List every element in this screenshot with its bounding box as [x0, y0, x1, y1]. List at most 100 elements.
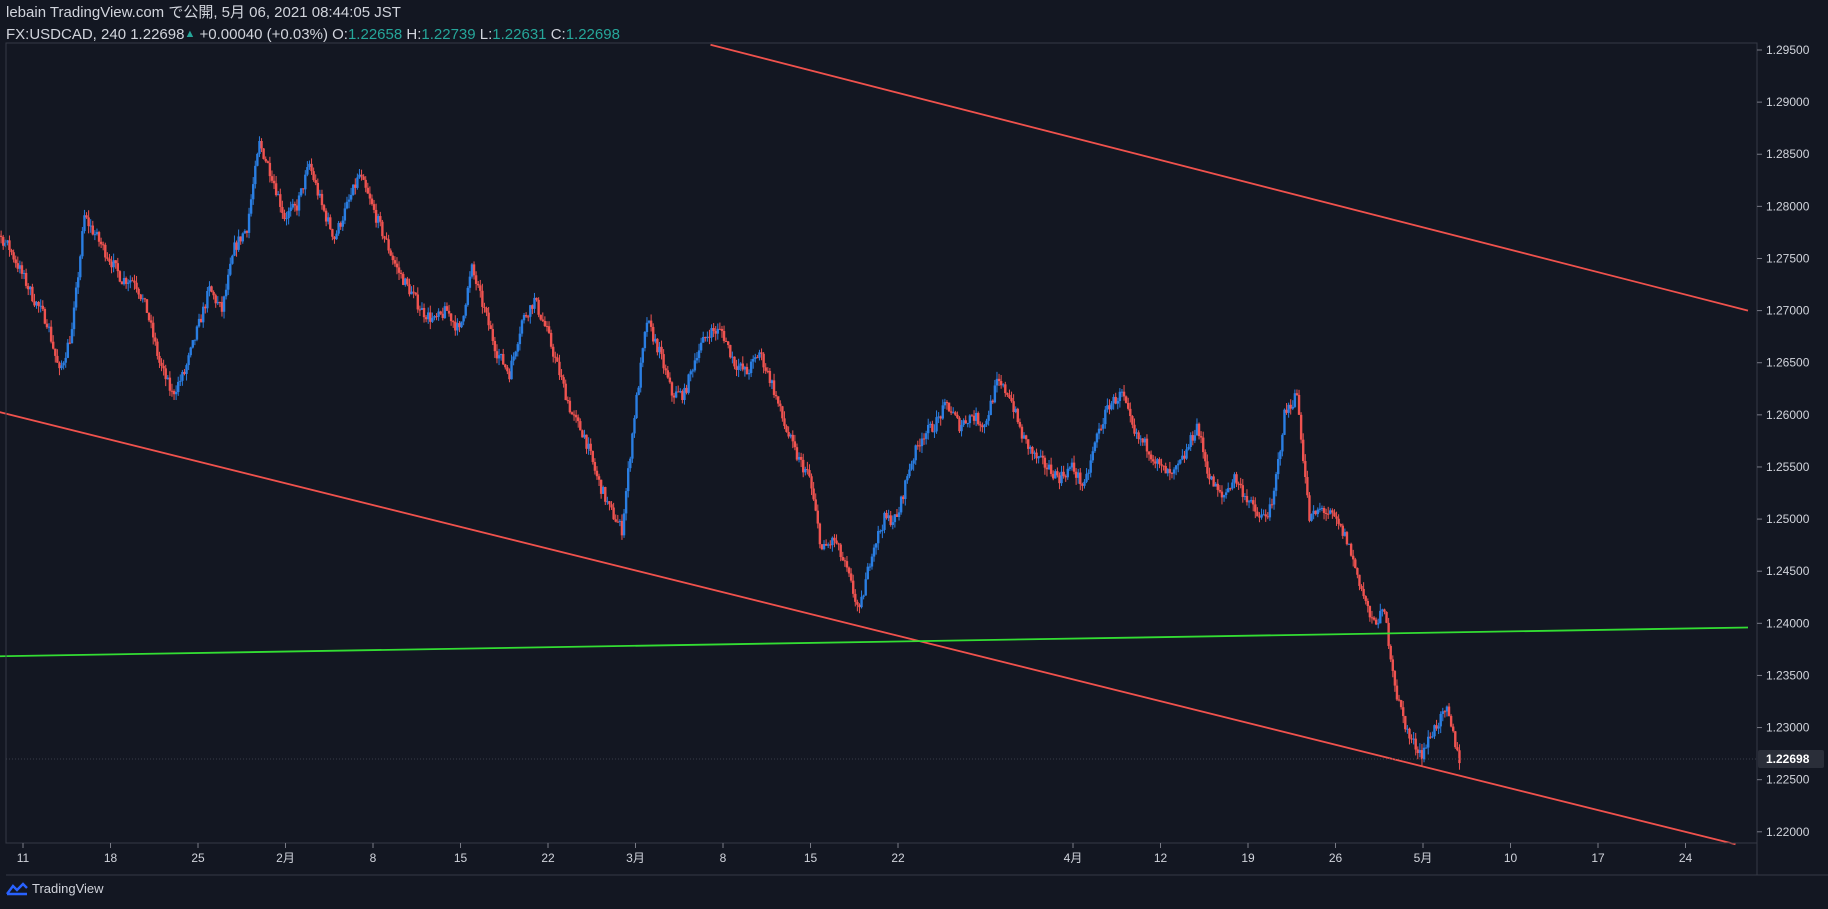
candle-body	[1143, 438, 1147, 443]
candle-body	[277, 194, 280, 196]
candle-body	[254, 165, 257, 185]
candle-body	[402, 273, 405, 285]
candle-body	[1052, 473, 1055, 479]
candle-body	[1187, 446, 1190, 450]
candle-body	[285, 218, 288, 220]
candle-body	[672, 395, 676, 398]
candle-body	[147, 312, 151, 321]
candle-body	[522, 315, 526, 321]
candle-body	[304, 174, 307, 190]
candle-body	[706, 336, 709, 339]
candle-body	[139, 294, 142, 300]
candle-body	[608, 501, 611, 505]
candle-body	[841, 556, 844, 561]
candle-body	[462, 315, 465, 322]
candle-body	[1364, 596, 1367, 601]
candle-body	[1395, 685, 1399, 700]
candle-body	[1304, 460, 1307, 478]
candle-body	[997, 378, 1001, 382]
candle-body	[289, 207, 292, 212]
candle-body	[218, 302, 222, 304]
support-line[interactable]	[0, 626, 1749, 658]
tradingview-label: TradingView	[32, 881, 104, 896]
candle-body	[124, 278, 128, 284]
symbol-label: FX:USDCAD, 240	[6, 26, 127, 43]
candle-body	[268, 162, 272, 177]
candle-body	[1324, 512, 1328, 514]
candle-body	[114, 260, 117, 264]
price-tick-label: 1.23000	[1766, 721, 1810, 735]
price-chart[interactable]: 1.29500 1.29000 1.28500 1.28000 1.27500 1.270…	[0, 0, 1828, 909]
candle-body	[454, 321, 457, 331]
candle-body	[1210, 476, 1213, 480]
change-value: +0.00040 (+0.03%)	[199, 26, 328, 43]
candle-body	[1062, 471, 1065, 477]
time-tick-label: 11	[17, 851, 30, 865]
candle-body	[122, 278, 126, 285]
candle-body	[187, 355, 190, 366]
candle-body	[537, 299, 540, 315]
candle-body	[420, 308, 424, 310]
candle-body	[404, 278, 407, 285]
candle-body	[712, 328, 715, 332]
candle-body	[1091, 451, 1094, 461]
candle-body	[562, 377, 565, 384]
candle-body	[472, 264, 476, 276]
candle-body	[897, 512, 901, 517]
candle-body	[1002, 384, 1005, 386]
upper-trendline[interactable]	[710, 43, 1749, 312]
candle-body	[343, 208, 347, 221]
candle-body	[1160, 464, 1163, 466]
candle-body	[1135, 432, 1138, 434]
candle-body	[322, 205, 326, 211]
candle-body	[274, 183, 278, 196]
candle-body	[406, 278, 409, 285]
candle-body	[427, 312, 430, 320]
candle-body	[814, 499, 817, 511]
candle-body	[202, 306, 205, 323]
candle-body	[524, 315, 528, 317]
candle-body	[664, 368, 667, 371]
candle-body	[220, 302, 224, 312]
candle-body	[1456, 747, 1459, 751]
candle-body	[535, 297, 538, 300]
candle-body	[560, 375, 563, 378]
candle-body	[674, 391, 678, 398]
candle-body	[1087, 472, 1090, 474]
candle-body	[1149, 454, 1153, 460]
candle-body	[962, 420, 965, 425]
candle-body	[87, 217, 90, 227]
candle-body	[914, 445, 917, 461]
lower-trendline[interactable]	[0, 405, 1736, 846]
candle-body	[281, 206, 284, 213]
candle-body	[881, 529, 884, 531]
footer-brand[interactable]: TradingView	[6, 881, 104, 896]
candle-body	[106, 257, 109, 259]
candle-body	[460, 321, 463, 328]
candle-body	[1287, 404, 1290, 413]
chart-legend: lebain TradingView.com で公開, 5月 06, 2021 …	[6, 4, 620, 45]
candle-body	[735, 366, 738, 370]
candle-body	[429, 312, 432, 322]
candle-body	[183, 371, 186, 374]
candle-body	[849, 573, 853, 581]
candle-body	[685, 387, 688, 393]
candle-body	[681, 391, 684, 400]
candle-body	[112, 260, 115, 268]
candle-body	[956, 414, 959, 418]
candle-body	[56, 355, 59, 363]
candle-body	[566, 400, 569, 402]
candle-body	[47, 326, 51, 328]
candle-body	[474, 275, 478, 284]
price-tick-label: 1.25000	[1766, 512, 1810, 526]
candle-body	[1322, 507, 1326, 513]
candle-body	[791, 434, 794, 442]
candle-body	[179, 380, 182, 382]
candle-body	[581, 430, 584, 438]
candle-body	[614, 519, 617, 522]
time-tick-label: 10	[1504, 851, 1518, 865]
candle-body	[591, 450, 594, 462]
candle-body	[1379, 610, 1382, 624]
price-tick-label: 1.24000	[1766, 616, 1810, 630]
candle-body	[724, 340, 728, 342]
